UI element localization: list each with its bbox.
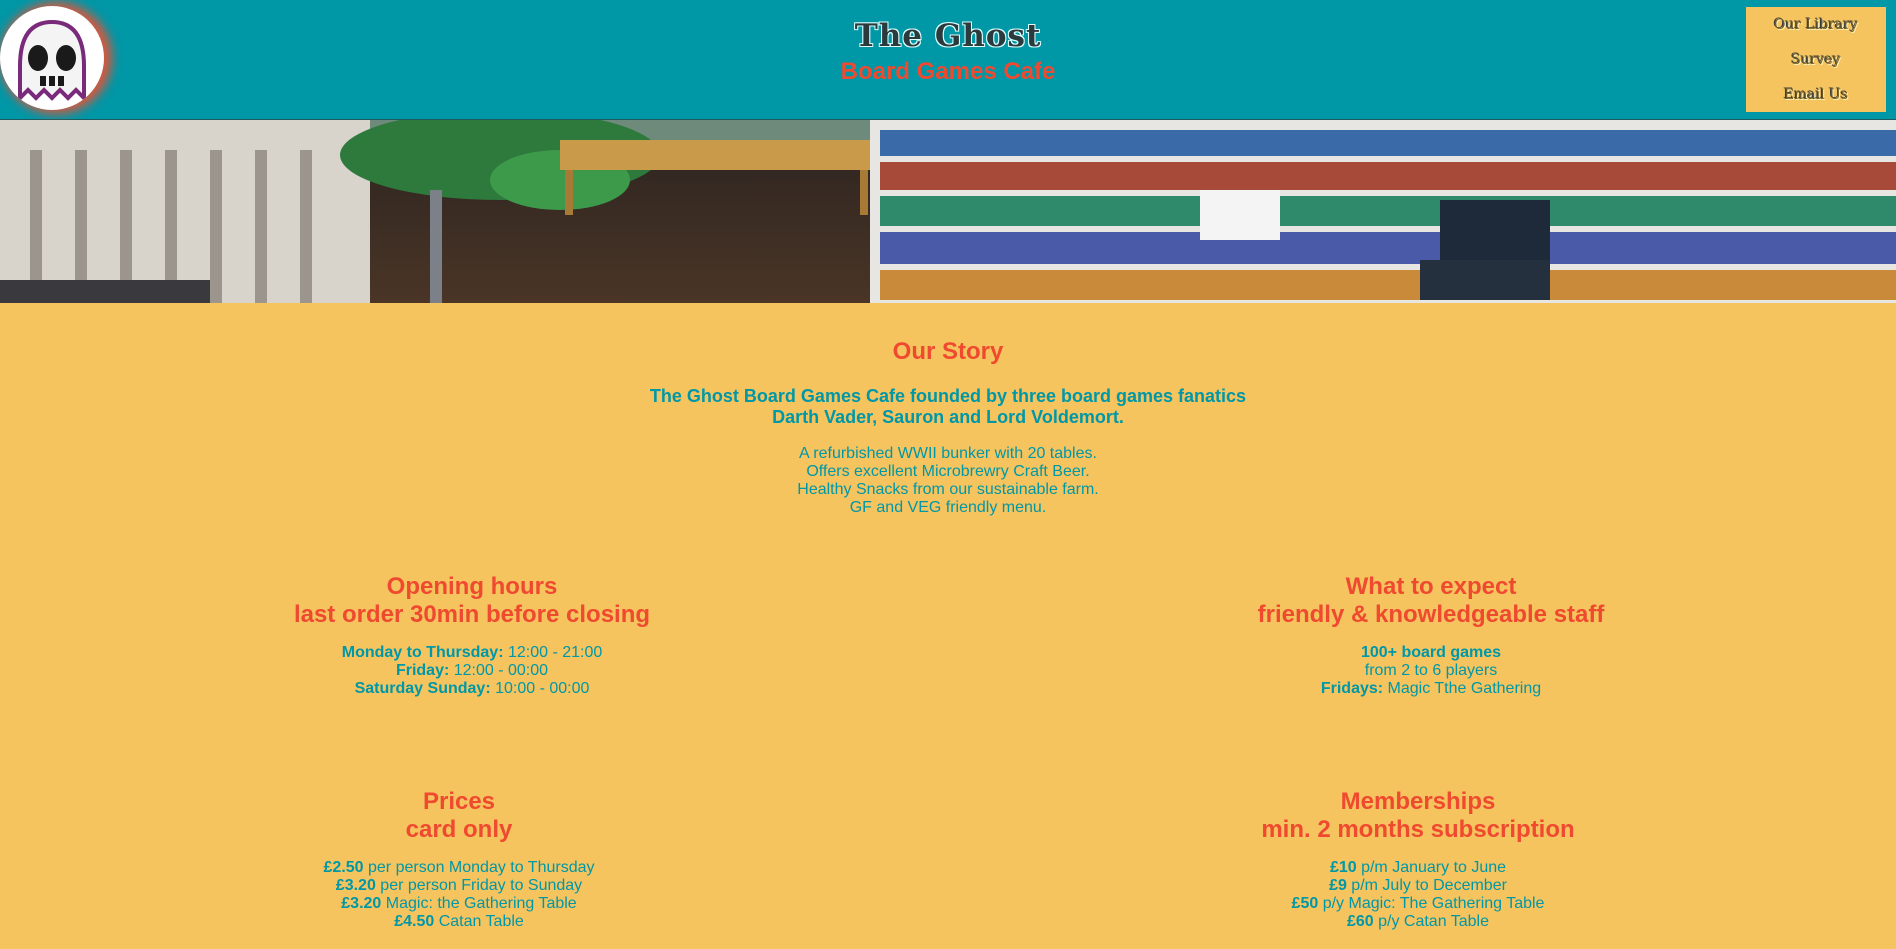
membership-desc: p/y Magic: The Gathering Table bbox=[1318, 895, 1545, 912]
hours-heading: Opening hours last order 30min before cl… bbox=[172, 573, 772, 629]
story-heading: Our Story bbox=[892, 338, 1004, 365]
nav-survey[interactable]: Survey bbox=[1791, 52, 1840, 68]
price-amount: £3.20 bbox=[335, 877, 376, 894]
expect-row: from 2 to 6 players bbox=[1131, 662, 1731, 680]
price-row: £2.50 per person Monday to Thursday bbox=[159, 859, 759, 877]
membership-row: £60 p/y Catan Table bbox=[1118, 913, 1718, 931]
story-desc-line: A refurbished WWII bunker with 20 tables… bbox=[799, 445, 1097, 462]
memberships-heading-line-2: min. 2 months subscription bbox=[1261, 816, 1575, 843]
prices-heading: Prices card only bbox=[159, 788, 759, 844]
nav-email-us[interactable]: Email Us bbox=[1784, 87, 1848, 103]
prices-heading-line-1: Prices bbox=[422, 788, 496, 815]
hours-row: Friday: 12:00 - 00:00 bbox=[172, 662, 772, 680]
story-desc-line: Offers excellent Microbrewry Craft Beer. bbox=[806, 463, 1090, 480]
price-desc: Magic: the Gathering Table bbox=[381, 895, 577, 912]
cafe-interior-photo bbox=[0, 120, 1896, 303]
site-title: The Ghost bbox=[854, 18, 1042, 54]
hours-label: Saturday Sunday: bbox=[354, 680, 491, 697]
hours-value: 12:00 - 00:00 bbox=[449, 662, 549, 679]
hours-value: 10:00 - 00:00 bbox=[490, 680, 590, 697]
membership-row: £9 p/m July to December bbox=[1118, 877, 1718, 895]
membership-amount: £50 bbox=[1291, 895, 1319, 912]
what-to-expect-section: What to expect friendly & knowledgeable … bbox=[1131, 573, 1731, 698]
site-header: The Ghost Board Games Cafe Our Library S… bbox=[0, 0, 1896, 120]
membership-row: £10 p/m January to June bbox=[1118, 859, 1718, 877]
nav-our-library[interactable]: Our Library bbox=[1774, 17, 1858, 33]
membership-amount: £9 bbox=[1329, 877, 1347, 894]
membership-desc: p/y Catan Table bbox=[1373, 913, 1490, 930]
hours-heading-line-1: Opening hours bbox=[386, 573, 558, 600]
membership-desc: p/m January to June bbox=[1356, 859, 1507, 876]
membership-amount: £60 bbox=[1346, 913, 1374, 930]
price-desc: per person Friday to Sunday bbox=[375, 877, 583, 894]
price-desc: Catan Table bbox=[434, 913, 524, 930]
prices-list: £2.50 per person Monday to Thursday £3.2… bbox=[159, 859, 759, 931]
story-desc-line: Healthy Snacks from our sustainable farm… bbox=[797, 481, 1099, 498]
hours-row: Monday to Thursday: 12:00 - 21:00 bbox=[172, 644, 772, 662]
expect-heading: What to expect friendly & knowledgeable … bbox=[1131, 573, 1731, 629]
story-desc-line: GF and VEG friendly menu. bbox=[849, 499, 1047, 516]
memberships-section: Memberships min. 2 months subscription £… bbox=[1118, 788, 1718, 931]
expect-list: 100+ board games from 2 to 6 players Fri… bbox=[1131, 644, 1731, 698]
expect-heading-line-1: What to expect bbox=[1345, 573, 1517, 600]
price-row: £3.20 Magic: the Gathering Table bbox=[159, 895, 759, 913]
expect-label: Fridays: bbox=[1320, 680, 1384, 697]
membership-amount: £10 bbox=[1329, 859, 1357, 876]
price-amount: £4.50 bbox=[394, 913, 435, 930]
main-nav: Our Library Survey Email Us bbox=[1746, 7, 1886, 112]
expect-value: Magic Tthe Gathering bbox=[1383, 680, 1542, 697]
price-amount: £2.50 bbox=[323, 859, 364, 876]
memberships-heading: Memberships min. 2 months subscription bbox=[1118, 788, 1718, 844]
hours-heading-line-2: last order 30min before closing bbox=[293, 601, 651, 628]
hours-value: 12:00 - 21:00 bbox=[503, 644, 603, 661]
brand: The Ghost Board Games Cafe bbox=[0, 18, 1896, 86]
expect-row: Fridays: Magic Tthe Gathering bbox=[1131, 680, 1731, 698]
price-row: £4.50 Catan Table bbox=[159, 913, 759, 931]
expect-label: 100+ board games bbox=[1360, 644, 1502, 661]
expect-row: 100+ board games bbox=[1131, 644, 1731, 662]
hours-label: Friday: bbox=[395, 662, 450, 679]
price-row: £3.20 per person Friday to Sunday bbox=[159, 877, 759, 895]
our-story-section: Our Story The Ghost Board Games Cafe fou… bbox=[0, 338, 1896, 517]
expect-heading-line-2: friendly & knowledgeable staff bbox=[1257, 601, 1605, 628]
story-lead-line-1: The Ghost Board Games Cafe founded by th… bbox=[649, 386, 1247, 406]
memberships-heading-line-1: Memberships bbox=[1340, 788, 1496, 815]
prices-section: Prices card only £2.50 per person Monday… bbox=[159, 788, 759, 931]
story-lead-line-2: Darth Vader, Sauron and Lord Voldemort. bbox=[772, 407, 1124, 427]
price-desc: per person Monday to Thursday bbox=[363, 859, 595, 876]
hero-image bbox=[0, 120, 1896, 303]
memberships-list: £10 p/m January to June £9 p/m July to D… bbox=[1118, 859, 1718, 931]
story-lead: The Ghost Board Games Cafe founded by th… bbox=[0, 386, 1896, 428]
opening-hours-section: Opening hours last order 30min before cl… bbox=[172, 573, 772, 698]
membership-row: £50 p/y Magic: The Gathering Table bbox=[1118, 895, 1718, 913]
expect-value: from 2 to 6 players bbox=[1364, 662, 1498, 679]
hours-list: Monday to Thursday: 12:00 - 21:00 Friday… bbox=[172, 644, 772, 698]
site-subtitle: Board Games Cafe bbox=[840, 58, 1056, 85]
hours-row: Saturday Sunday: 10:00 - 00:00 bbox=[172, 680, 772, 698]
story-description: A refurbished WWII bunker with 20 tables… bbox=[0, 445, 1896, 517]
hours-label: Monday to Thursday: bbox=[341, 644, 504, 661]
price-amount: £3.20 bbox=[341, 895, 382, 912]
membership-desc: p/m July to December bbox=[1346, 877, 1507, 894]
prices-heading-line-2: card only bbox=[405, 816, 513, 843]
